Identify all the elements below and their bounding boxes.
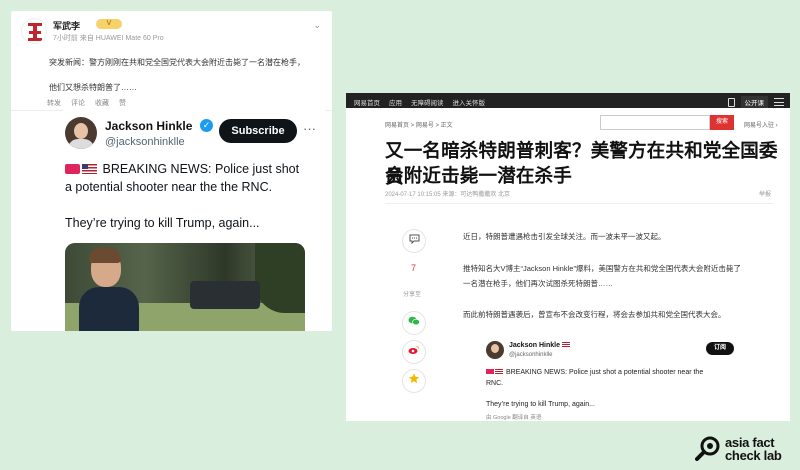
us-flag-icon [82,164,97,174]
article-paragraph: 推特知名大V博主“Jackson Hinkle”爆料，美国警方在共和党全国代表大… [463,264,741,273]
more-options-icon[interactable]: ··· [303,121,316,136]
weibo-user-badge: V [96,19,122,29]
verified-check-icon: ✓ [200,119,213,132]
search-button[interactable]: 搜索 [710,115,734,130]
article-paragraph: 而此前特朗普遇袭后，曾宣布不会改变行程，将会去参加共和党全国代表大会。 [463,310,726,319]
topbar-link[interactable]: 应用 [389,97,402,107]
tweet-author-name-text: Jackson Hinkle [509,342,560,349]
qzone-star-icon[interactable] [402,369,426,393]
tweet-text: They’re trying to kill Trump, again... [486,401,595,408]
embedded-tweet-translated: Jackson Hinkle @jacksonhinklle 订阅 BREAKI… [474,333,744,421]
weibo-post-text: 他们又想杀特朗普了…… [49,83,137,92]
tweet-text: RNC. [486,380,504,387]
tweet-author-handle[interactable]: @jacksonhinklle [509,352,552,358]
comment-count[interactable]: 7 [411,263,416,273]
weibo-post-panel: 军武李 V 7小时前 来自 HUAWEI Mate 60 Pro ⌄ 突发新闻：… [11,11,332,331]
tweet-text: They’re trying to kill Trump, again... [65,216,260,230]
tweet-author-handle[interactable]: @jacksonhinklle [105,136,185,148]
wechat-icon[interactable] [402,311,426,335]
breadcrumb[interactable]: 网易首页 > 网易号 > 正文 [385,120,453,129]
us-flag-icon [495,369,503,374]
tweet-author-name[interactable]: Jackson Hinkle [509,342,571,349]
siren-icon [65,164,80,174]
menu-icon[interactable] [774,98,784,106]
weibo-post-header: 军武李 V 7小时前 来自 HUAWEI Mate 60 Pro ⌄ [21,16,321,46]
share-label: 分享至 [403,292,422,298]
tweet-author-name[interactable]: Jackson Hinkle [105,119,192,133]
weibo-user-name[interactable]: 军武李 [53,19,80,32]
comment-icon[interactable] [402,229,426,253]
magnifier-logo-icon [695,436,720,461]
embedded-tweet: Jackson Hinkle ✓ @jacksonhinklle Subscri… [63,109,325,331]
us-flag-icon [561,342,570,347]
tweet-photo[interactable] [65,243,305,331]
article-paragraph: 近日，特朗普遭遇枪击引发全球关注。而一波未平一波又起。 [463,232,666,241]
tweet-text-line: BREAKING NEWS: Police just shot [65,162,299,176]
divider [385,203,773,204]
topbar-link[interactable]: 网易首页 [354,97,380,107]
topbar-link[interactable]: 无障碍阅读 [411,97,444,107]
article-meta: 2024-07-17 10:15:05 来源：可达鸭撒撒欢 北京 [385,192,511,198]
avatar[interactable] [65,117,97,149]
tweet-text: a potential shooter near the the RNC. [65,180,273,194]
favorite-button[interactable]: 收藏 [95,98,109,108]
subscribe-button[interactable]: 订阅 [706,342,734,355]
chevron-down-icon[interactable]: ⌄ [313,20,321,31]
tweet-text: BREAKING NEWS: Police just shot a potent… [505,369,704,376]
netease-article-panel: 网易首页 应用 无障碍阅读 进入关怀版 公开课 网易首页 > 网易号 > 正文 … [346,93,790,421]
weibo-post-meta: 7小时前 来自 HUAWEI Mate 60 Pro [53,35,164,42]
weibo-actions: 转发 评论 收藏 赞 [47,98,126,108]
repost-button[interactable]: 转发 [47,98,61,108]
google-translate-note[interactable]: 由 Google 翻译自 英语 [486,413,541,421]
comment-button[interactable]: 评论 [71,98,85,108]
public-account-link[interactable]: 公开课 [740,96,768,108]
mobile-icon[interactable] [727,97,735,107]
article-title: 会附近击毙一潜在杀手 [385,165,573,186]
topbar-link[interactable]: 进入关怀版 [453,97,486,107]
avatar[interactable] [486,341,504,359]
subscribe-button[interactable]: Subscribe [219,119,297,143]
tweet-text-line: BREAKING NEWS: Police just shot a potent… [486,369,703,376]
search-input[interactable] [600,115,710,130]
weibo-icon[interactable] [402,340,426,364]
tweet-text: BREAKING NEWS: Police just shot [102,162,300,176]
article-paragraph: 一名潜在枪手，他们再次试图杀死特朗普…… [463,279,613,288]
siren-icon [486,369,494,374]
weibo-avatar[interactable] [21,18,47,44]
weibo-post-text: 突发新闻：警方刚刚在共和党全国党代表大会附近击毙了一名潜在枪手， [49,58,305,67]
asia-fact-check-lab-logo: asia fact check lab [695,433,795,465]
netease-account-link[interactable]: 网易号入驻 › [744,120,778,129]
like-button[interactable]: 赞 [119,98,126,108]
logo-text: check lab [725,448,782,463]
netease-topbar: 网易首页 应用 无障碍阅读 进入关怀版 公开课 [346,93,790,108]
report-link[interactable]: 举报 [759,189,771,198]
